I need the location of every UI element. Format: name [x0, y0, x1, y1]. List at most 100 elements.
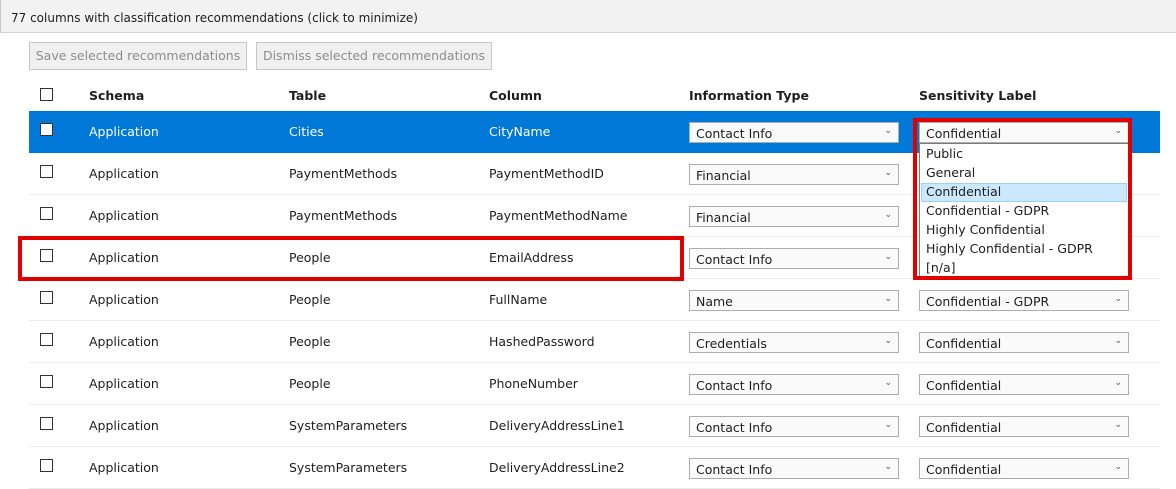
sensitivity-label-value: Confidential — [926, 336, 1002, 351]
chevron-down-icon: ⌄ — [1114, 462, 1122, 472]
chevron-down-icon: ⌄ — [884, 168, 892, 178]
row-checkbox[interactable] — [40, 249, 53, 262]
column-cell: FullName — [489, 292, 548, 307]
sensitivity-label-select[interactable]: Confidential - GDPR ⌄ — [919, 290, 1129, 311]
chevron-down-icon: ⌄ — [884, 420, 892, 430]
table-row[interactable]: Application People PhoneNumber Contact I… — [29, 363, 1160, 405]
sensitivity-label-select[interactable]: Confidential ⌄ — [919, 122, 1129, 143]
information-type-select[interactable]: Financial ⌄ — [689, 164, 899, 185]
information-type-value: Contact Info — [696, 126, 773, 141]
row-checkbox[interactable] — [40, 207, 53, 220]
chevron-down-icon: ⌄ — [884, 378, 892, 388]
column-header-information-type[interactable]: Information Type — [689, 88, 809, 103]
dropdown-option-highly-confidential[interactable]: Highly Confidential — [921, 221, 1127, 240]
row-checkbox[interactable] — [40, 459, 53, 472]
sensitivity-label-select[interactable]: Confidential ⌄ — [919, 332, 1129, 353]
chevron-down-icon: ⌄ — [1114, 420, 1122, 430]
information-type-value: Contact Info — [696, 462, 773, 477]
table-cell: PaymentMethods — [289, 166, 398, 181]
chevron-down-icon: ⌄ — [1114, 336, 1122, 346]
column-cell: DeliveryAddressLine2 — [489, 460, 625, 475]
column-cell: CityName — [489, 124, 551, 139]
sensitivity-label-value: Confidential — [926, 378, 1002, 393]
column-cell: PaymentMethodID — [489, 166, 604, 181]
table-row[interactable]: Application SystemParameters DeliveryAdd… — [29, 405, 1160, 447]
sensitivity-label-value: Confidential — [926, 420, 1002, 435]
dropdown-option-confidential[interactable]: Confidential — [921, 183, 1127, 202]
recommendations-header[interactable]: 77 columns with classification recommend… — [0, 0, 1176, 33]
table-cell: People — [289, 334, 331, 349]
information-type-select[interactable]: Name ⌄ — [689, 290, 899, 311]
chevron-down-icon: ⌄ — [884, 210, 892, 220]
row-checkbox[interactable] — [40, 375, 53, 388]
table-cell: PaymentMethods — [289, 208, 398, 223]
row-checkbox[interactable] — [40, 123, 53, 136]
schema-cell: Application — [89, 124, 159, 139]
table-cell: People — [289, 250, 331, 265]
chevron-down-icon: ⌄ — [884, 462, 892, 472]
information-type-select[interactable]: Credentials ⌄ — [689, 332, 899, 353]
information-type-value: Contact Info — [696, 252, 773, 267]
dropdown-option-public[interactable]: Public — [921, 145, 1127, 164]
sensitivity-label-value: Confidential - GDPR — [926, 294, 1050, 309]
sensitivity-label-select[interactable]: Confidential ⌄ — [919, 416, 1129, 437]
table-row[interactable]: Application People HashedPassword Creden… — [29, 321, 1160, 363]
table-row[interactable]: Application SystemParameters DeliveryAdd… — [29, 447, 1160, 489]
column-cell: HashedPassword — [489, 334, 595, 349]
column-header-column[interactable]: Column — [489, 88, 542, 103]
sensitivity-label-dropdown-list[interactable]: Public General Confidential Confidential… — [919, 143, 1129, 277]
row-checkbox[interactable] — [40, 291, 53, 304]
information-type-value: Contact Info — [696, 420, 773, 435]
schema-cell: Application — [89, 460, 159, 475]
column-cell: EmailAddress — [489, 250, 574, 265]
chevron-down-icon: ⌄ — [1114, 126, 1122, 136]
table-cell: Cities — [289, 124, 324, 139]
column-header-sensitivity-label[interactable]: Sensitivity Label — [919, 88, 1036, 103]
sensitivity-label-select[interactable]: Confidential ⌄ — [919, 458, 1129, 479]
column-cell: DeliveryAddressLine1 — [489, 418, 625, 433]
column-cell: PhoneNumber — [489, 376, 578, 391]
schema-cell: Application — [89, 166, 159, 181]
chevron-down-icon: ⌄ — [884, 252, 892, 262]
dropdown-option-confidential-gdpr[interactable]: Confidential - GDPR — [921, 202, 1127, 221]
chevron-down-icon: ⌄ — [1114, 378, 1122, 388]
schema-cell: Application — [89, 376, 159, 391]
information-type-select[interactable]: Contact Info ⌄ — [689, 416, 899, 437]
select-all-checkbox[interactable] — [40, 88, 53, 101]
information-type-select[interactable]: Contact Info ⌄ — [689, 122, 899, 143]
recommendations-header-text: 77 columns with classification recommend… — [11, 11, 418, 25]
information-type-select[interactable]: Contact Info ⌄ — [689, 458, 899, 479]
schema-cell: Application — [89, 250, 159, 265]
information-type-value: Credentials — [696, 336, 767, 351]
schema-cell: Application — [89, 334, 159, 349]
information-type-select[interactable]: Contact Info ⌄ — [689, 374, 899, 395]
column-header-schema[interactable]: Schema — [89, 88, 144, 103]
table-cell: SystemParameters — [289, 418, 408, 433]
dropdown-option-highly-confidential-gdpr[interactable]: Highly Confidential - GDPR — [921, 240, 1127, 259]
column-cell: PaymentMethodName — [489, 208, 628, 223]
schema-cell: Application — [89, 292, 159, 307]
sensitivity-label-select[interactable]: Confidential ⌄ — [919, 374, 1129, 395]
information-type-value: Contact Info — [696, 378, 773, 393]
information-type-value: Financial — [696, 210, 751, 225]
table-row[interactable]: Application People FullName Name ⌄ Confi… — [29, 279, 1160, 321]
column-header-table[interactable]: Table — [289, 88, 326, 103]
chevron-down-icon: ⌄ — [884, 126, 892, 136]
sensitivity-label-value: Confidential — [926, 462, 1002, 477]
table-cell: People — [289, 376, 331, 391]
chevron-down-icon: ⌄ — [1114, 294, 1122, 304]
dropdown-option-na[interactable]: [n/a] — [921, 259, 1127, 278]
row-checkbox[interactable] — [40, 165, 53, 178]
dismiss-recommendations-button[interactable]: Dismiss selected recommendations — [256, 42, 492, 70]
schema-cell: Application — [89, 208, 159, 223]
dropdown-option-general[interactable]: General — [921, 164, 1127, 183]
information-type-select[interactable]: Contact Info ⌄ — [689, 248, 899, 269]
table-cell: People — [289, 292, 331, 307]
chevron-down-icon: ⌄ — [884, 336, 892, 346]
save-recommendations-button[interactable]: Save selected recommendations — [29, 42, 247, 70]
schema-cell: Application — [89, 418, 159, 433]
table-cell: SystemParameters — [289, 460, 408, 475]
information-type-select[interactable]: Financial ⌄ — [689, 206, 899, 227]
row-checkbox[interactable] — [40, 333, 53, 346]
row-checkbox[interactable] — [40, 417, 53, 430]
